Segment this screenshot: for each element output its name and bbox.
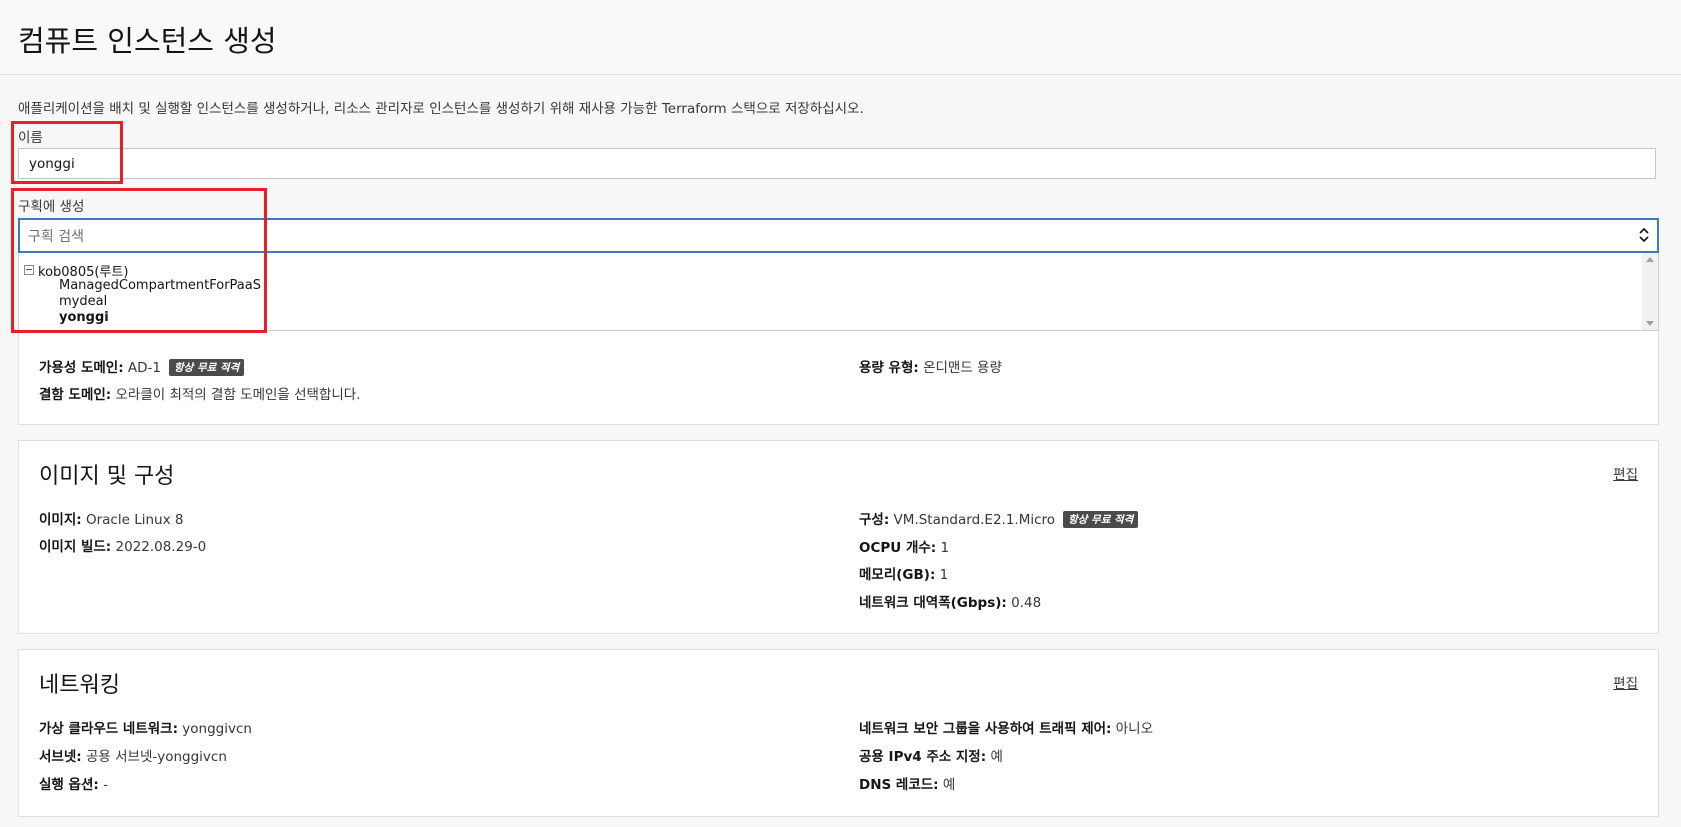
dns-value: DNS 레코드: 예	[859, 777, 956, 793]
chevron-up-down-icon[interactable]	[1639, 226, 1649, 244]
always-free-badge: 항상 무료 적격	[1063, 511, 1139, 528]
name-input[interactable]	[18, 148, 1656, 179]
image-section-title: 이미지 및 구성	[39, 464, 175, 489]
networking-edit-link[interactable]: 편집	[1613, 672, 1638, 692]
launch-options-value: 실행 옵션: -	[39, 777, 108, 793]
tree-item-yonggi[interactable]: yonggi	[59, 310, 109, 325]
bandwidth-value: 네트워크 대역폭(Gbps): 0.48	[859, 595, 1042, 611]
capacity-type: 용량 유형: 온디맨드 용량	[859, 360, 1002, 376]
tree-item-managedcompartment[interactable]: ManagedCompartmentForPaaS	[59, 278, 261, 293]
always-free-badge: 항상 무료 적격	[169, 359, 245, 376]
scroll-up-icon[interactable]	[1646, 257, 1654, 262]
compartment-dropdown: kob0805(루트) ManagedCompartmentForPaaS my…	[18, 253, 1659, 331]
image-shape-card: 이미지 및 구성 편집 이미지: Oracle Linux 8 이미지 빌드: …	[18, 440, 1659, 634]
page-description: 애플리케이션을 배치 및 실행할 인스턴스를 생성하거나, 리소스 관리자로 인…	[18, 101, 864, 117]
nsg-value: 네트워크 보안 그룹을 사용하여 트래픽 제어: 아니오	[859, 721, 1154, 737]
page-header: 컴퓨트 인스턴스 생성	[0, 0, 1681, 75]
memory-value: 메모리(GB): 1	[859, 567, 949, 583]
ocpu-value: OCPU 개수: 1	[859, 540, 950, 556]
availability-domain: 가용성 도메인: AD-1 항상 무료 적격	[39, 356, 245, 376]
dropdown-scrollbar[interactable]	[1642, 253, 1658, 330]
networking-section-title: 네트워킹	[39, 673, 120, 698]
compartment-search-input[interactable]	[26, 220, 1630, 253]
image-edit-link[interactable]: 편집	[1613, 463, 1638, 483]
subnet-value: 서브넷: 공용 서브넷-yonggivcn	[39, 749, 227, 765]
networking-card: 네트워킹 편집 가상 클라우드 네트워크: yonggivcn 서브넷: 공용 …	[18, 649, 1659, 817]
name-label: 이름	[18, 130, 43, 146]
collapse-icon[interactable]	[24, 265, 34, 275]
public-ip-value: 공용 IPv4 주소 지정: 예	[859, 749, 1003, 765]
fault-domain: 결함 도메인: 오라클이 최적의 결함 도메인을 선택합니다.	[39, 387, 361, 403]
scroll-down-icon[interactable]	[1646, 321, 1654, 326]
page-title: 컴퓨트 인스턴스 생성	[18, 24, 277, 58]
image-build-value: 이미지 빌드: 2022.08.29-0	[39, 539, 207, 555]
shape-value: 구성: VM.Standard.E2.1.Micro 항상 무료 적격	[859, 508, 1139, 528]
vcn-value: 가상 클라우드 네트워크: yonggivcn	[39, 721, 252, 737]
compartment-label: 구획에 생성	[18, 199, 85, 215]
compartment-search[interactable]	[18, 218, 1659, 253]
tree-item-mydeal[interactable]: mydeal	[59, 294, 107, 309]
image-value: 이미지: Oracle Linux 8	[39, 512, 184, 528]
placement-card: 가용성 도메인: AD-1 항상 무료 적격 결함 도메인: 오라클이 최적의 결…	[18, 331, 1659, 425]
